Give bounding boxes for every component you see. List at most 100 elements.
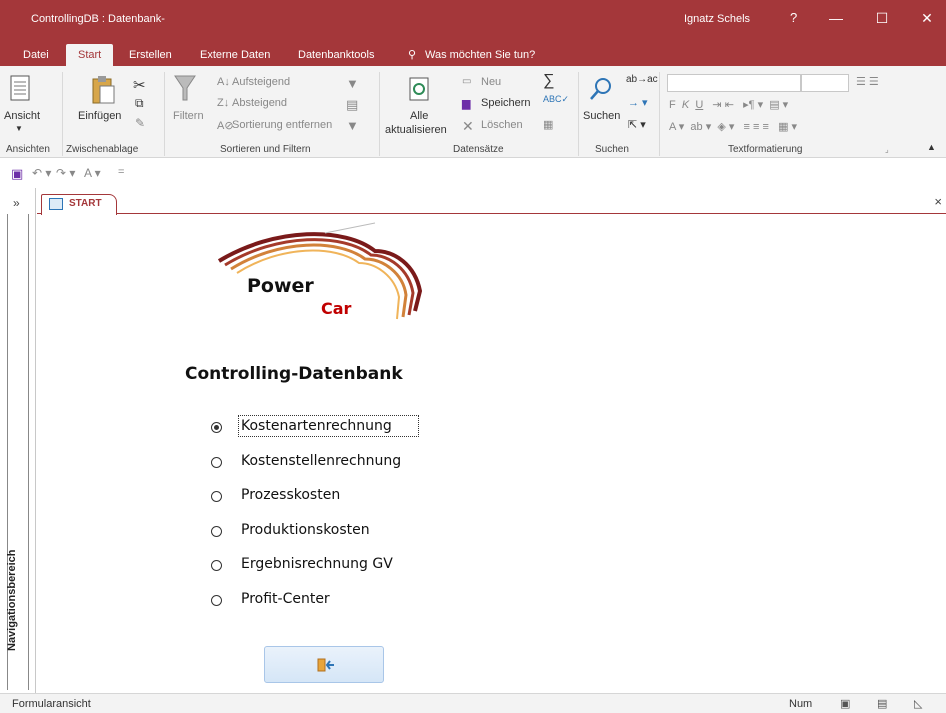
title-bar: ControllingDB : Datenbank- Ignatz Schels… — [0, 0, 946, 40]
option-label: Kostenartenrechnung — [238, 415, 419, 437]
group-textformatierung: Textformatierung — [728, 144, 803, 155]
search-icon[interactable] — [588, 76, 614, 102]
cut-icon[interactable]: ✂ — [133, 76, 146, 94]
option-label: Ergebnisrechnung GV — [241, 556, 393, 572]
save-icon[interactable]: ▆ — [462, 97, 470, 110]
loeschen-button[interactable]: Löschen — [481, 119, 523, 131]
more-icon[interactable]: ▦ — [543, 118, 553, 131]
filtern-button[interactable]: Filtern — [173, 110, 204, 122]
window-title: ControllingDB : Datenbank- — [31, 13, 165, 25]
help-button[interactable]: ? — [790, 10, 797, 25]
selection-filter-icon[interactable]: ▼ — [346, 76, 359, 91]
bold-icon[interactable]: F K U ⇥ ⇤ ▸¶ ▾ ▤ ▾ — [669, 98, 788, 111]
chevron-down-icon[interactable]: ▼ — [15, 124, 23, 133]
bullet-list-icon[interactable]: ☰ ☰ — [856, 75, 879, 88]
ansicht-button[interactable]: Ansicht — [4, 110, 40, 122]
status-bar: Formularansicht Num ▣ ▤ ◺ — [0, 693, 946, 713]
sort-asc-icon[interactable]: A↓ — [217, 76, 230, 88]
format-painter-icon[interactable]: ✎ — [135, 116, 145, 130]
sort-icon[interactable]: A ▾ — [84, 166, 101, 180]
new-record-icon[interactable]: ▭ — [462, 76, 471, 87]
logo-car-text: Car — [321, 299, 352, 318]
font-size-combobox[interactable] — [801, 74, 849, 92]
radio[interactable] — [211, 595, 222, 606]
speichern-button[interactable]: Speichern — [481, 97, 531, 109]
close-window-button[interactable]: ✕ — [917, 8, 937, 28]
replace-icon[interactable]: ab→ac — [626, 74, 658, 85]
ribbon: Ansicht ▼ Ansichten Einfügen ✂ ⧉ ✎ Zwisc… — [0, 66, 946, 158]
sortierung-entfernen-button[interactable]: Sortierung entfernen — [232, 119, 332, 131]
aufsteigend-button[interactable]: Aufsteigend — [232, 76, 290, 88]
save-icon[interactable]: ▣ — [11, 166, 23, 182]
refresh-icon[interactable] — [408, 76, 430, 102]
exit-button[interactable] — [264, 646, 384, 683]
divider — [379, 72, 380, 156]
expand-nav-button[interactable]: » — [13, 196, 20, 210]
dialog-launcher-icon[interactable]: ⌟ — [885, 145, 889, 154]
suchen-button[interactable]: Suchen — [583, 110, 620, 122]
font-color-icon[interactable]: A ▾ ab ▾ ◈ ▾ ≡ ≡ ≡ ▦ ▾ — [669, 120, 797, 133]
advanced-filter-icon[interactable]: ▤ — [346, 97, 358, 113]
tab-externe-daten[interactable]: Externe Daten — [200, 44, 270, 66]
divider — [164, 72, 165, 156]
collapse-ribbon-icon[interactable]: ▲ — [927, 142, 936, 152]
radio[interactable] — [211, 457, 222, 468]
neu-button[interactable]: Neu — [481, 76, 501, 88]
user-name[interactable]: Ignatz Schels — [684, 13, 750, 25]
einfuegen-button[interactable]: Einfügen — [78, 110, 121, 122]
option-label: Kostenstellenrechnung — [241, 453, 402, 469]
divider — [28, 214, 29, 690]
undo-icon[interactable]: ↶ ▾ — [32, 166, 51, 180]
option-label: Prozesskosten — [241, 487, 341, 503]
font-name-combobox[interactable] — [667, 74, 801, 92]
clipboard-icon[interactable] — [90, 74, 116, 106]
toggle-filter-icon[interactable]: ▼ — [346, 118, 359, 133]
filter-icon[interactable] — [174, 74, 196, 104]
form-view-icon[interactable]: ▣ — [840, 697, 850, 710]
absteigend-button[interactable]: Absteigend — [232, 97, 287, 109]
sort-desc-icon[interactable]: Z↓ — [217, 97, 229, 109]
logo-power-text: Power — [247, 275, 314, 297]
tab-start[interactable]: Start — [66, 44, 114, 66]
doc-tab-label: START — [69, 198, 102, 209]
maximize-button[interactable]: ☐ — [872, 8, 892, 28]
alle-aktualisieren-line2[interactable]: aktualisieren — [385, 124, 447, 136]
ribbon-tabs: Datei Start Erstellen Externe Daten Date… — [0, 40, 946, 66]
delete-icon[interactable]: ✕ — [462, 118, 474, 135]
alle-aktualisieren-line1[interactable]: Alle — [410, 110, 428, 122]
totals-icon[interactable]: ∑ — [543, 72, 554, 90]
group-suchen: Suchen — [595, 144, 629, 155]
radio[interactable] — [211, 491, 222, 502]
radio[interactable] — [211, 526, 222, 537]
tab-erstellen[interactable]: Erstellen — [129, 44, 172, 66]
form-view-icon[interactable] — [9, 74, 33, 104]
group-sortieren-filtern: Sortieren und Filtern — [220, 144, 311, 155]
divider — [659, 72, 660, 156]
tab-datei[interactable]: Datei — [23, 44, 49, 66]
tell-me-search[interactable]: Was möchten Sie tun? — [425, 44, 535, 66]
group-ansichten: Ansichten — [6, 144, 50, 155]
customize-qat-icon[interactable]: = — [118, 166, 124, 178]
spelling-icon[interactable]: ABC✓ — [543, 94, 569, 105]
option-label: Profit-Center — [241, 591, 330, 607]
radio-selected[interactable] — [211, 422, 222, 433]
datasheet-view-icon[interactable]: ▤ — [877, 697, 887, 710]
tab-start-form[interactable]: START — [41, 194, 117, 215]
minimize-button[interactable]: — — [826, 8, 846, 28]
redo-icon[interactable]: ↷ ▾ — [56, 166, 75, 180]
close-document-button[interactable]: × — [934, 194, 942, 209]
option-label: Produktionskosten — [241, 522, 370, 538]
quick-access-toolbar: ▣ ↶ ▾ ↷ ▾ A ▾ = — [0, 158, 946, 188]
navigation-pane-label[interactable]: Navigationsbereich — [6, 531, 18, 651]
select-icon[interactable]: ⇱ ▾ — [628, 118, 646, 131]
document-tabs: START × — [37, 188, 946, 215]
copy-icon[interactable]: ⧉ — [135, 96, 144, 111]
lightbulb-icon: ⚲ — [408, 49, 417, 61]
exit-door-icon — [317, 658, 334, 672]
goto-icon[interactable]: → ▾ — [628, 96, 648, 109]
divider — [578, 72, 579, 156]
design-view-icon[interactable]: ◺ — [914, 697, 922, 710]
radio[interactable] — [211, 560, 222, 571]
tab-datenbanktools[interactable]: Datenbanktools — [298, 44, 374, 66]
form-icon — [49, 198, 63, 210]
